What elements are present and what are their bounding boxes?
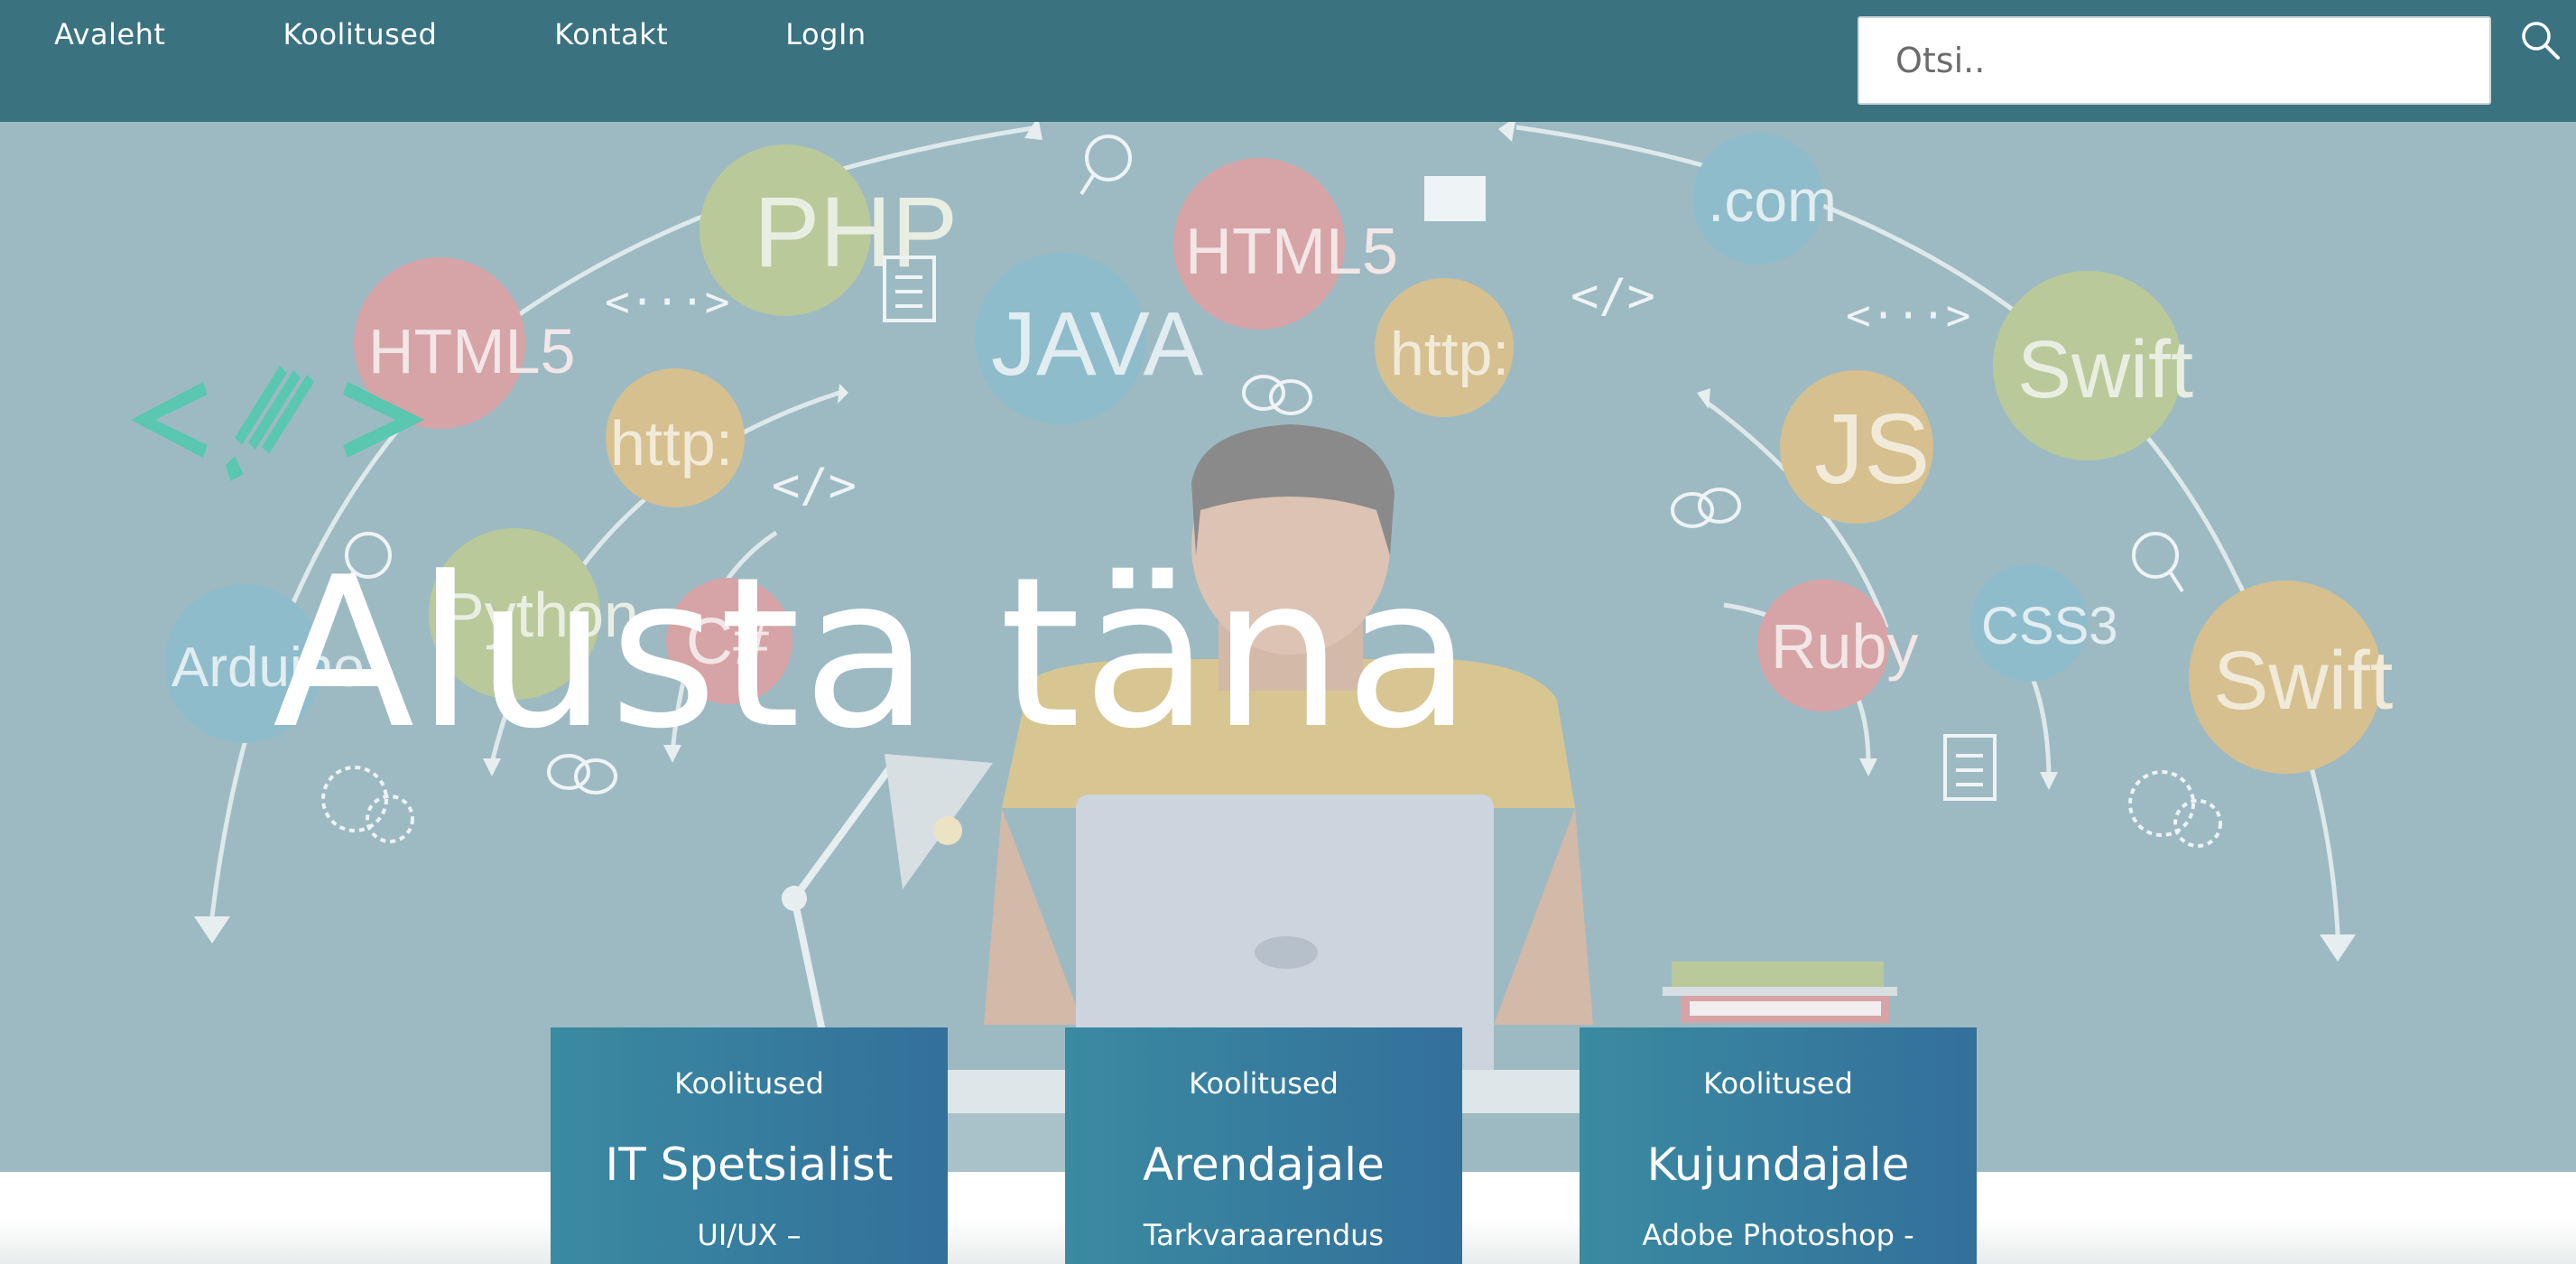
card-title: IT Spetsialist: [605, 1139, 894, 1191]
bubble-http-left: http:: [610, 408, 733, 479]
card-description: UI/UX –: [697, 1218, 802, 1252]
card-kujundajale[interactable]: Koolitused Kujundajale Adobe Photoshop -: [1580, 1027, 1977, 1264]
hero-banner: PHP HTML5 HTML5 JAVA http: http: .com Sw…: [0, 122, 2576, 1172]
bubble-com: .com: [1708, 167, 1837, 234]
nav-links: Avaleht Koolitused Kontakt LogIn: [54, 16, 984, 52]
card-title: Arendajale: [1143, 1139, 1385, 1191]
svg-text:<···>: <···>: [1846, 291, 1970, 339]
bubble-http-mid: http:: [1390, 320, 1509, 388]
svg-text:</>: </>: [772, 459, 857, 513]
bubble-swift-top: Swift: [2017, 325, 2193, 415]
card-kicker: Koolitused: [1703, 1066, 1853, 1101]
bubble-java: JAVA: [991, 293, 1204, 395]
card-kicker: Koolitused: [674, 1066, 824, 1101]
card-description: Adobe Photoshop -: [1642, 1218, 1914, 1252]
nav-link-avaleht[interactable]: Avaleht: [54, 16, 165, 52]
card-title: Kujundajale: [1646, 1139, 1910, 1191]
card-description: Tarkvaraarendus: [1143, 1218, 1385, 1252]
bubble-php: PHP: [754, 177, 958, 288]
nav-link-kontakt[interactable]: Kontakt: [554, 16, 668, 52]
search-icon[interactable]: [2518, 18, 2563, 63]
svg-text:<···>: <···>: [605, 277, 729, 326]
search-input[interactable]: [1858, 16, 2491, 105]
bubble-swift-right: Swift: [2213, 635, 2393, 727]
card-kicker: Koolitused: [1189, 1066, 1339, 1101]
brand-logo: [131, 366, 424, 481]
nav-link-login[interactable]: LogIn: [785, 16, 866, 52]
hero-title: Alusta täna: [273, 534, 1474, 775]
bubble-css3: CSS3: [1981, 597, 2118, 655]
bubble-js: JS: [1814, 394, 1930, 505]
svg-text:</>: </>: [1571, 269, 1655, 323]
bubble-html5-top: HTML5: [1185, 216, 1398, 288]
card-it-spetsialist[interactable]: Koolitused IT Spetsialist UI/UX –: [551, 1027, 948, 1264]
bubble-ruby: Ruby: [1771, 611, 1918, 682]
nav-link-koolitused[interactable]: Koolitused: [283, 16, 437, 52]
top-navbar: Avaleht Koolitused Kontakt LogIn: [0, 0, 2576, 122]
card-arendajale[interactable]: Koolitused Arendajale Tarkvaraarendus: [1065, 1027, 1462, 1264]
